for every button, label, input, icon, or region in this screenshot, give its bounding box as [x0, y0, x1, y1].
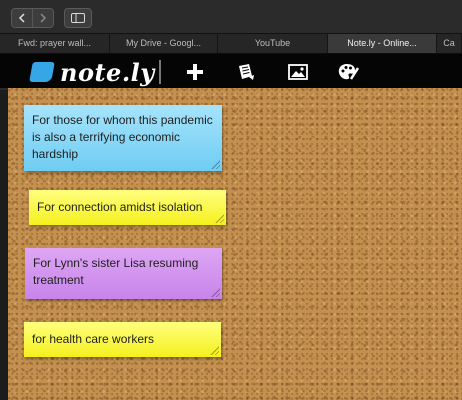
notes-button[interactable] — [235, 61, 257, 83]
tab-label: Ca — [443, 38, 455, 48]
tab-notely[interactable]: Note.ly - Online... — [328, 34, 437, 53]
palette-icon — [338, 64, 359, 80]
sticky-note[interactable]: For Lynn's sister Lisa resuming treatmen… — [25, 248, 222, 299]
sticky-note[interactable]: For those for whom this pandemic is also… — [24, 105, 222, 171]
resize-handle[interactable] — [210, 159, 220, 169]
history-nav — [11, 8, 54, 28]
image-icon — [288, 64, 308, 80]
tab-label: Fwd: prayer wall... — [17, 38, 92, 48]
sticky-note[interactable]: for health care workers — [24, 322, 221, 357]
notes-icon — [239, 64, 254, 80]
back-icon — [18, 13, 25, 23]
sticky-note-text: For Lynn's sister Lisa resuming treatmen… — [33, 256, 199, 287]
tab-my-drive[interactable]: My Drive - Googl... — [110, 34, 218, 53]
image-button[interactable] — [287, 61, 309, 83]
tab-youtube[interactable]: YouTube — [218, 34, 328, 53]
forward-button[interactable] — [32, 9, 53, 27]
tab-prayer-wall[interactable]: Fwd: prayer wall... — [0, 34, 110, 53]
logo-text: note.ly — [60, 58, 155, 87]
tab-bar: Fwd: prayer wall... My Drive - Googl... … — [0, 34, 462, 54]
resize-handle[interactable] — [210, 287, 220, 297]
browser-toolbar — [0, 0, 462, 34]
add-icon — [187, 64, 203, 80]
forward-icon — [40, 13, 47, 23]
header-divider — [159, 60, 161, 84]
sticky-note-text: For connection amidst isolation — [37, 200, 203, 214]
theme-button[interactable] — [337, 61, 359, 83]
sidebar-toggle-button[interactable] — [64, 8, 92, 28]
tab-label: YouTube — [254, 38, 291, 48]
resize-handle[interactable] — [214, 213, 224, 223]
tab-label: My Drive - Googl... — [125, 38, 201, 48]
sidebar-icon — [71, 13, 85, 23]
tab-partial[interactable]: Ca — [437, 34, 462, 53]
app-header: note.ly — [0, 54, 462, 90]
resize-handle[interactable] — [209, 345, 219, 355]
sticky-note-text: For those for whom this pandemic is also… — [32, 113, 213, 161]
sticky-note[interactable]: For connection amidst isolation — [29, 190, 226, 225]
add-note-button[interactable] — [184, 61, 206, 83]
back-button[interactable] — [12, 9, 32, 27]
sticky-note-text: for health care workers — [32, 332, 155, 346]
logo-icon — [29, 62, 55, 82]
tab-label: Note.ly - Online... — [347, 38, 417, 48]
